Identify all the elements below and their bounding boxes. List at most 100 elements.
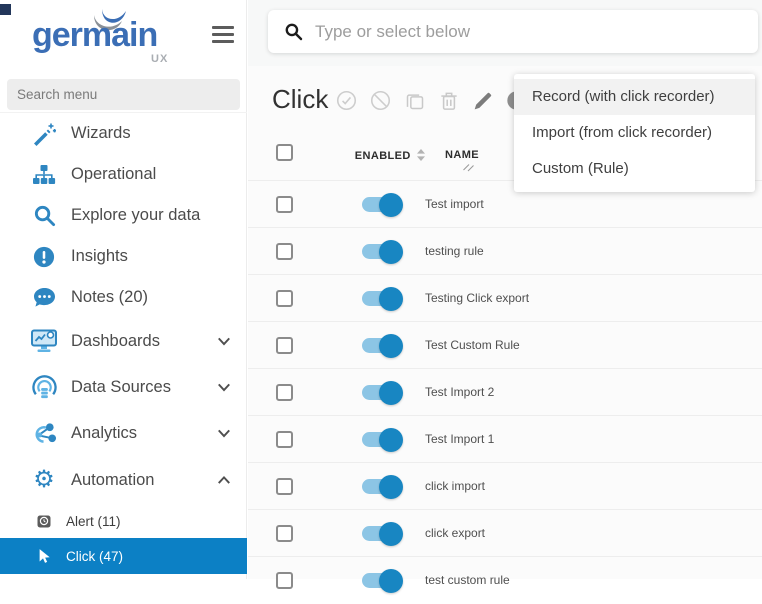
magic-wand-icon	[30, 122, 58, 146]
sidebar-item-dashboards[interactable]: Dashboards	[0, 318, 247, 364]
enabled-toggle[interactable]	[362, 568, 403, 593]
sidebar-item-explore[interactable]: Explore your data	[0, 195, 247, 236]
alarm-icon	[36, 515, 52, 528]
sidebar-item-insights[interactable]: Insights	[0, 236, 247, 277]
add-click-menu: Record (with click recorder) Import (fro…	[514, 74, 755, 192]
row-name: Test import	[425, 197, 484, 211]
sidebar-item-label: Wizards	[71, 124, 131, 142]
logo-text: germain	[32, 16, 158, 54]
comments-icon	[30, 287, 58, 308]
check-circle-icon[interactable]	[336, 90, 357, 111]
table-row[interactable]: Test Custom Rule	[248, 321, 762, 368]
gear-icon: ⚙	[33, 466, 55, 493]
page-title: Click	[272, 84, 329, 114]
sidebar-subitem-label: Click (47)	[66, 548, 124, 564]
table-row[interactable]: click import	[248, 462, 762, 509]
table-row[interactable]: Test Import 1	[248, 415, 762, 462]
enabled-toggle[interactable]	[362, 239, 403, 264]
logo[interactable]: germain UX	[0, 0, 247, 72]
sidebar-item-label: Insights	[71, 247, 128, 265]
row-name: testing rule	[425, 244, 484, 258]
sidebar-item-analytics[interactable]: Analytics	[0, 410, 247, 456]
trash-icon[interactable]	[438, 90, 459, 111]
sidebar-item-label: Dashboards	[71, 331, 160, 350]
copy-icon[interactable]	[404, 90, 425, 111]
enabled-toggle[interactable]	[362, 192, 403, 217]
sidebar: germain UX Wizards Operational Explore y…	[0, 0, 247, 579]
table-row[interactable]: Testing Click export	[248, 274, 762, 321]
pencil-icon[interactable]	[472, 90, 493, 111]
toolbar	[336, 90, 527, 111]
dashboard-icon	[30, 329, 58, 353]
global-search-input[interactable]	[315, 21, 742, 42]
sidebar-search-input[interactable]	[7, 79, 240, 110]
row-checkbox[interactable]	[276, 431, 293, 448]
enabled-toggle[interactable]	[362, 380, 403, 405]
enabled-toggle[interactable]	[362, 427, 403, 452]
logo-subtext: UX	[151, 53, 169, 65]
cursor-icon	[36, 548, 52, 565]
global-search	[268, 10, 758, 53]
sidebar-item-operational[interactable]: Operational	[0, 154, 247, 195]
table-row[interactable]: test custom rule	[248, 556, 762, 603]
row-name: Test Import 1	[425, 432, 495, 446]
sidebar-item-automation[interactable]: ⚙ Automation	[0, 456, 247, 504]
main-content: Click ENABLED NAME	[248, 0, 762, 593]
row-checkbox[interactable]	[276, 337, 293, 354]
sidebar-item-wizards[interactable]: Wizards	[0, 113, 247, 154]
row-name: Test Import 2	[425, 385, 495, 399]
sidebar-subitem-alert[interactable]: Alert (11)	[0, 504, 247, 538]
sidebar-subitem-label: Alert (11)	[66, 513, 121, 529]
search-icon	[30, 204, 58, 227]
sidebar-search	[7, 79, 240, 110]
sidebar-nav: Wizards Operational Explore your data In…	[0, 112, 247, 574]
row-checkbox[interactable]	[276, 478, 293, 495]
row-checkbox[interactable]	[276, 525, 293, 542]
row-checkbox[interactable]	[276, 384, 293, 401]
germain-ux-app: { "logo": { "text": "germain", "sub": "U…	[0, 0, 762, 593]
sidebar-item-label: Data Sources	[71, 377, 171, 396]
menu-item-custom[interactable]: Custom (Rule)	[514, 151, 755, 187]
enabled-toggle[interactable]	[362, 286, 403, 311]
search-icon	[285, 23, 303, 41]
sidebar-subitem-click[interactable]: Click (47)	[0, 538, 247, 574]
column-resize-icon[interactable]	[462, 159, 475, 172]
row-checkbox[interactable]	[276, 243, 293, 260]
table-row[interactable]: Test Import 2	[248, 368, 762, 415]
exclamation-circle-icon	[30, 246, 58, 268]
sidebar-item-label: Operational	[71, 165, 157, 183]
database-icon	[30, 374, 58, 400]
row-name: click export	[425, 526, 486, 540]
select-all-checkbox[interactable]	[276, 144, 293, 161]
row-checkbox[interactable]	[276, 572, 293, 589]
row-name: click import	[425, 479, 486, 493]
chevron-up-icon	[217, 474, 231, 486]
menu-item-import[interactable]: Import (from click recorder)	[514, 115, 755, 151]
ban-icon[interactable]	[370, 90, 391, 111]
sort-icon[interactable]	[417, 149, 426, 161]
row-name: Testing Click export	[425, 291, 530, 305]
menu-item-record[interactable]: Record (with click recorder)	[514, 79, 755, 115]
share-nodes-icon	[30, 421, 58, 446]
table-row[interactable]: click export	[248, 509, 762, 556]
row-name: Test Custom Rule	[425, 338, 520, 352]
row-checkbox[interactable]	[276, 196, 293, 213]
sidebar-item-label: Analytics	[71, 423, 138, 442]
table-row[interactable]: testing rule	[248, 227, 762, 274]
table-body: Test import testing rule Testing Click e…	[248, 180, 762, 603]
row-checkbox[interactable]	[276, 290, 293, 307]
column-header-enabled[interactable]: ENABLED	[344, 149, 436, 162]
hamburger-menu-icon[interactable]	[212, 26, 234, 43]
enabled-toggle[interactable]	[362, 474, 403, 499]
enabled-toggle[interactable]	[362, 521, 403, 546]
sidebar-item-label: Automation	[71, 470, 155, 489]
sidebar-item-data-sources[interactable]: Data Sources	[0, 364, 247, 410]
chevron-down-icon	[217, 335, 231, 347]
sitemap-icon	[30, 163, 58, 187]
sidebar-item-label: Explore your data	[71, 206, 201, 224]
sidebar-item-notes[interactable]: Notes (20)	[0, 277, 247, 318]
chevron-down-icon	[217, 381, 231, 393]
corner-square	[0, 4, 11, 15]
enabled-toggle[interactable]	[362, 333, 403, 358]
row-name: test custom rule	[425, 573, 510, 587]
